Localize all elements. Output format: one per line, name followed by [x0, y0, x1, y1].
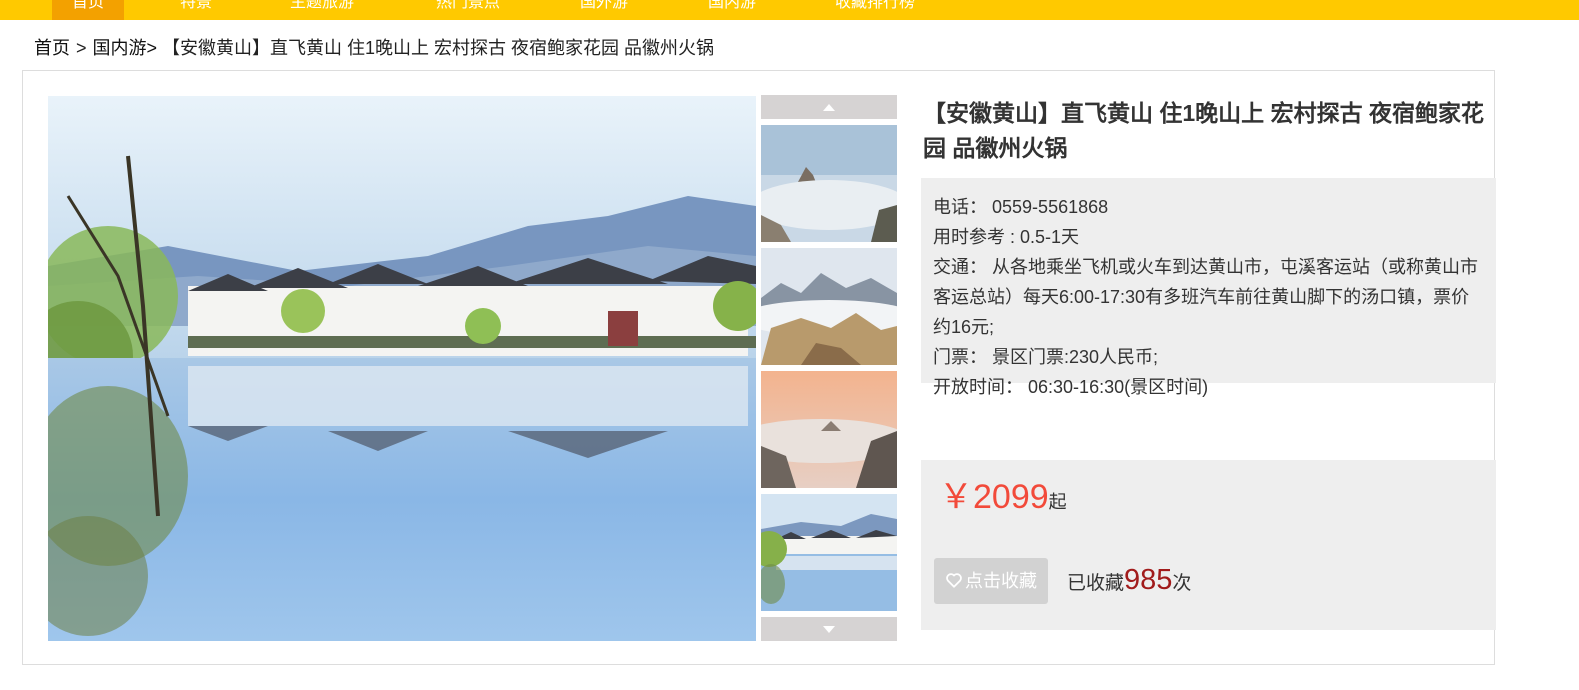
phone-value: 0559-5561868: [992, 197, 1109, 217]
traffic-row: 交通： 从各地乘坐飞机或火车到达黄山市，屯溪客运站（或称黄山市客运总站）每天6:…: [933, 252, 1484, 342]
breadcrumb-current: 【安徽黄山】直飞黄山 住1晚山上 宏村探古 夜宿鲍家花园 品徽州火锅: [162, 38, 715, 58]
thumbnail-4[interactable]: [761, 494, 897, 611]
breadcrumb-category[interactable]: 国内游>: [93, 38, 158, 58]
hours-value: 06:30-16:30(景区时间): [1028, 377, 1209, 397]
price: ￥2099起: [939, 472, 1067, 527]
price-box: ￥2099起 点击收藏 已收藏985次: [921, 460, 1496, 630]
phone-label: 电话：: [933, 197, 987, 217]
phone-row: 电话： 0559-5561868: [933, 192, 1484, 222]
top-nav: 首页 特景 主题旅游 热门景点 国外游 国内游 收藏排行榜: [0, 0, 1579, 20]
traffic-value: 从各地乘坐飞机或火车到达黄山市，屯溪客运站（或称黄山市客运总站）每天6:00-1…: [933, 257, 1479, 337]
thumbnail-2[interactable]: [761, 248, 897, 365]
arrow-up-icon: [823, 104, 835, 111]
favorite-count: 已收藏985次: [1067, 564, 1191, 597]
duration-value: 0.5-1天: [1020, 227, 1080, 247]
nav-item-2[interactable]: 主题旅游: [282, 0, 362, 20]
nav-item-4[interactable]: 国外游: [572, 0, 636, 20]
hours-row: 开放时间： 06:30-16:30(景区时间): [933, 372, 1484, 402]
scroll-up-button[interactable]: [761, 95, 897, 119]
breadcrumb-home[interactable]: 首页: [34, 38, 70, 58]
favorite-suffix: 次: [1172, 573, 1192, 594]
nav-item-5[interactable]: 国内游: [700, 0, 764, 20]
product-title: 【安徽黄山】直飞黄山 住1晚山上 宏村探古 夜宿鲍家花园 品徽州火锅: [923, 100, 1484, 161]
hours-label: 开放时间：: [933, 377, 1023, 397]
thumbnail-strip: [761, 95, 897, 641]
favorite-count-value: 985: [1124, 564, 1173, 596]
duration-label: 用时参考 :: [933, 227, 1016, 247]
favorite-button-label: 点击收藏: [965, 571, 1037, 591]
favorite-button[interactable]: 点击收藏: [934, 558, 1048, 604]
arrow-down-icon: [823, 626, 835, 633]
traffic-label: 交通：: [933, 257, 987, 277]
duration-row: 用时参考 : 0.5-1天: [933, 222, 1484, 252]
ticket-row: 门票： 景区门票:230人民币;: [933, 342, 1484, 372]
ticket-value: 景区门票:230人民币;: [992, 347, 1159, 367]
ticket-label: 门票：: [933, 347, 987, 367]
breadcrumb-separator: >: [76, 38, 87, 58]
price-suffix: 起: [1048, 492, 1067, 512]
favorite-prefix: 已收藏: [1067, 573, 1125, 594]
nav-item-3[interactable]: 热门景点: [428, 0, 508, 20]
main-photo[interactable]: [48, 96, 756, 641]
heart-icon: [946, 573, 962, 588]
product-info: 【安徽黄山】直飞黄山 住1晚山上 宏村探古 夜宿鲍家花园 品徽州火锅 电话： 0…: [921, 96, 1496, 630]
scroll-down-button[interactable]: [761, 617, 897, 641]
nav-item-home[interactable]: 首页: [52, 0, 124, 20]
thumbnail-1[interactable]: [761, 125, 897, 242]
price-symbol: ￥: [939, 478, 973, 516]
price-value: 2099: [973, 478, 1049, 516]
product-details: 电话： 0559-5561868 用时参考 : 0.5-1天 交通： 从各地乘坐…: [921, 178, 1496, 397]
nav-item-1[interactable]: 特景: [160, 0, 232, 20]
breadcrumb: 首页 > 国内游> 【安徽黄山】直飞黄山 住1晚山上 宏村探古 夜宿鲍家花园 品徽州…: [34, 34, 714, 60]
nav-item-6[interactable]: 收藏排行榜: [830, 0, 920, 20]
thumbnail-3[interactable]: [761, 371, 897, 488]
product-panel: 【安徽黄山】直飞黄山 住1晚山上 宏村探古 夜宿鲍家花园 品徽州火锅 电话： 0…: [22, 70, 1496, 665]
